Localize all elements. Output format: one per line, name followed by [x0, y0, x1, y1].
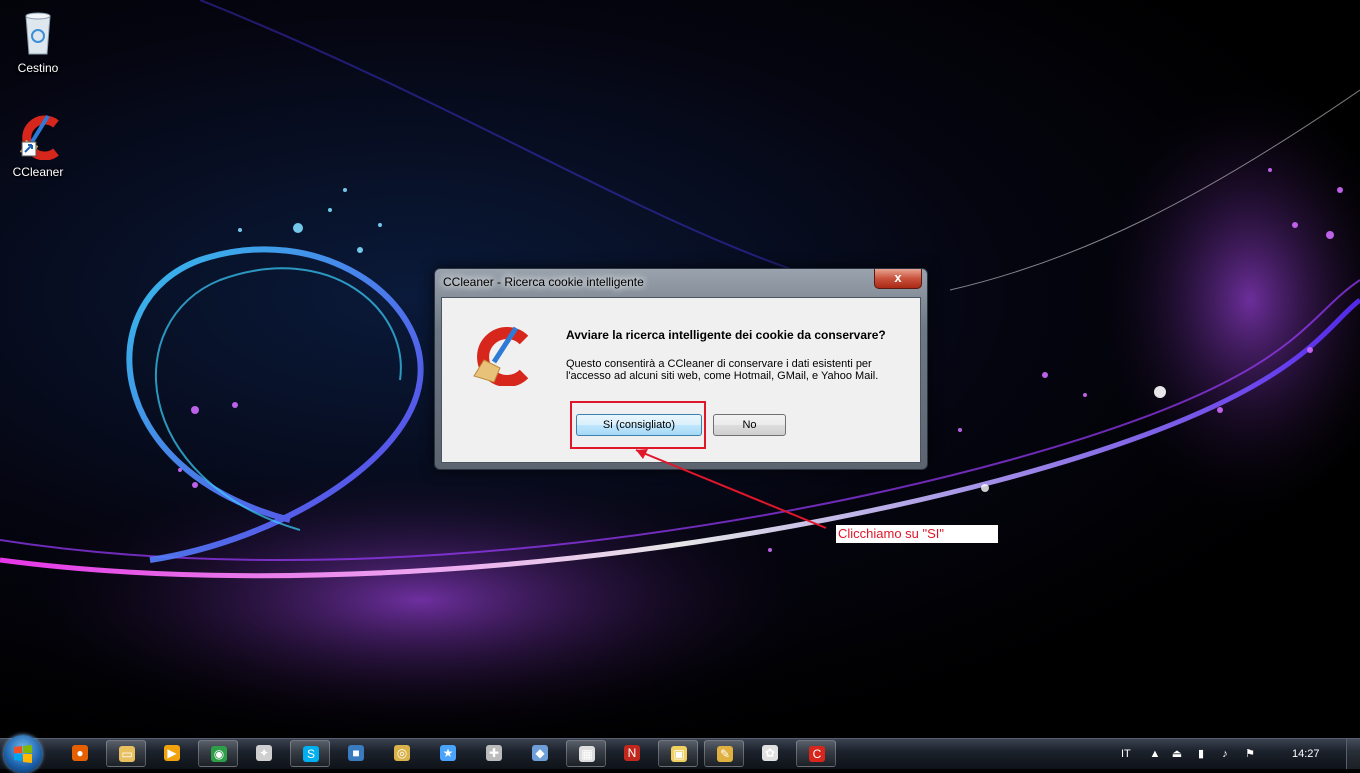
start-button[interactable]: [4, 735, 42, 773]
desktop-icon-label: CCleaner: [12, 165, 64, 179]
skype-icon: S: [303, 746, 319, 762]
folder-icon: ▭: [119, 746, 135, 762]
chat-icon: ▣: [671, 746, 687, 762]
show-hidden-icons-icon[interactable]: ▲: [1148, 747, 1162, 761]
taskbar-button-app-5[interactable]: ✦: [244, 740, 284, 767]
ccleaner-icon: [0, 112, 76, 163]
taskbar: ● ▭ ▶ ◉ ✦ S ■ ◎ ★ ✚ ◆ ▦ N ▣ ✎ ✿ C IT ▲ ⏏ ▮ ♪ ⚑ 14:27: [0, 735, 1360, 773]
safely-remove-icon[interactable]: ⏏: [1170, 747, 1184, 761]
spiral-icon: ◎: [394, 745, 410, 761]
taskbar-button-app-12[interactable]: ▦: [566, 740, 606, 767]
usb-icon: ✦: [256, 745, 272, 761]
taskbar-button-chrome[interactable]: ◉: [198, 740, 238, 767]
desktop-icon-label: Cestino: [17, 61, 59, 75]
game-icon: ■: [348, 745, 364, 761]
taskbar-button-firefox[interactable]: ●: [60, 740, 100, 767]
firefox-icon: ●: [72, 745, 88, 761]
paint-icon: ✿: [762, 745, 778, 761]
network-signal-icon[interactable]: ▮: [1194, 747, 1208, 761]
ccleaner-logo-icon: [468, 326, 532, 391]
close-icon: x: [894, 270, 902, 285]
action-center-flag-icon[interactable]: ⚑: [1243, 747, 1257, 761]
ccleaner-icon: C: [809, 746, 825, 762]
taskbar-button-app-14[interactable]: ▣: [658, 740, 698, 767]
star-icon: ★: [440, 745, 456, 761]
desktop-icon-recycle-bin[interactable]: Cestino: [0, 8, 76, 75]
n-logo-icon: N: [624, 745, 640, 761]
taskbar-button-app-13[interactable]: N: [612, 740, 652, 767]
dialog-heading: Avviare la ricerca intelligente dei cook…: [566, 328, 886, 342]
dialog-message: Questo consentirà a CCleaner di conserva…: [566, 358, 879, 382]
taskbar-button-media-player[interactable]: ▶: [152, 740, 192, 767]
windows-logo-icon: [14, 745, 32, 763]
calendar-icon: ▦: [579, 746, 595, 762]
taskbar-button-app-8[interactable]: ◎: [382, 740, 422, 767]
show-desktop-button[interactable]: [1346, 739, 1360, 769]
no-button[interactable]: No: [713, 414, 786, 436]
annotation-highlight-box: [570, 401, 706, 449]
taskbar-button-skype[interactable]: S: [290, 740, 330, 767]
media-player-icon: ▶: [164, 745, 180, 761]
taskbar-button-explorer[interactable]: ▭: [106, 740, 146, 767]
dialog-title: CCleaner - Ricerca cookie intelligente: [443, 275, 644, 289]
clock[interactable]: 14:27: [1292, 739, 1320, 769]
volume-icon[interactable]: ♪: [1218, 747, 1232, 761]
taskbar-button-app-10[interactable]: ✚: [474, 740, 514, 767]
taskbar-button-app-11[interactable]: ◆: [520, 740, 560, 767]
steam-icon: ◆: [532, 745, 548, 761]
chrome-icon: ◉: [211, 746, 227, 762]
language-indicator[interactable]: IT: [1121, 739, 1131, 769]
taskbar-button-app-15[interactable]: ✎: [704, 740, 744, 767]
taskbar-button-app-7[interactable]: ■: [336, 740, 376, 767]
taskbar-button-app-9[interactable]: ★: [428, 740, 468, 767]
desktop-icon-ccleaner[interactable]: CCleaner: [0, 112, 76, 179]
taskbar-button-app-16[interactable]: ✿: [750, 740, 790, 767]
annotation-callout: Clicchiamo su "SI": [836, 525, 998, 543]
recycle-bin-icon: [0, 8, 76, 59]
tools-icon: ✎: [717, 746, 733, 762]
close-button[interactable]: x: [874, 269, 922, 289]
gamepad-icon: ✚: [486, 745, 502, 761]
taskbar-button-ccleaner[interactable]: C: [796, 740, 836, 767]
